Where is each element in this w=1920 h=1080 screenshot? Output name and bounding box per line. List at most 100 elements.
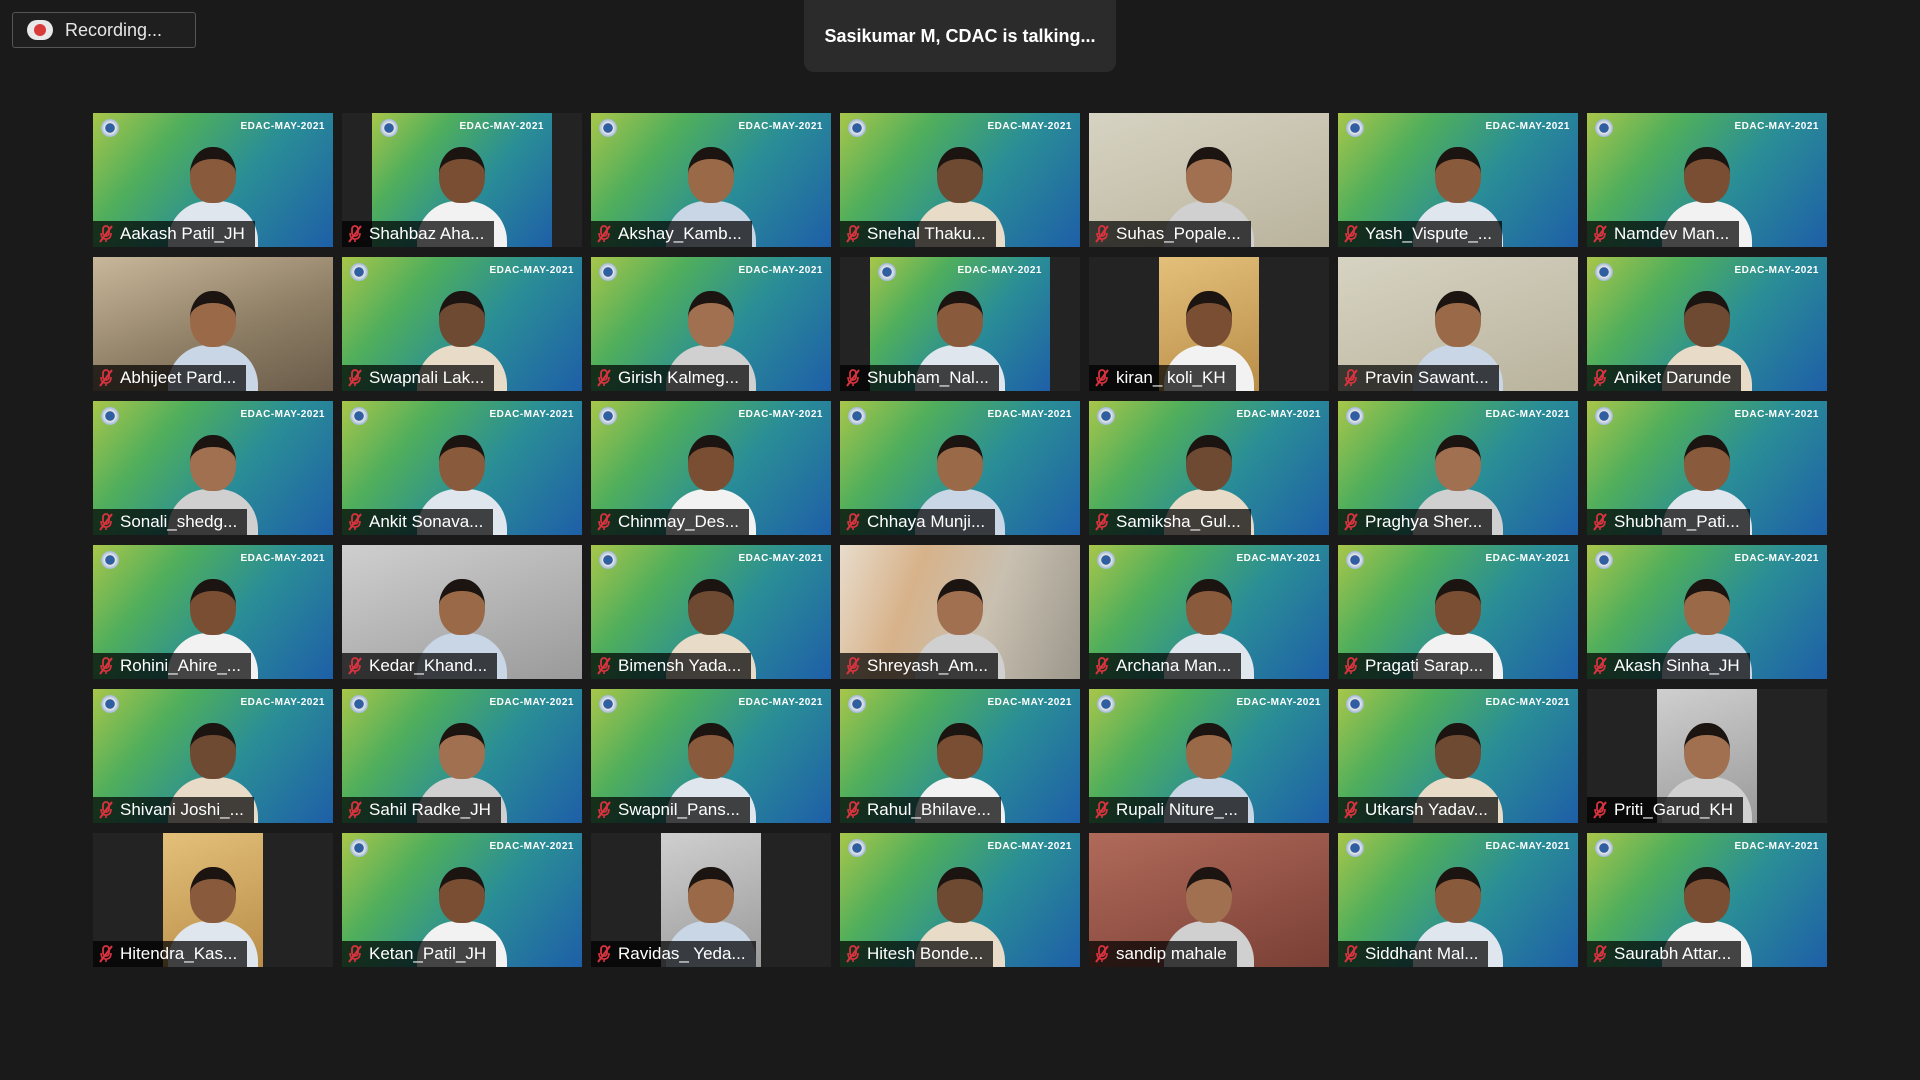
participant-tile[interactable]: Priti_Garud_KH (1587, 689, 1827, 823)
muted-mic-icon (597, 657, 611, 675)
participant-name: Ankit Sonava... (369, 512, 484, 531)
participant-tile[interactable]: Pravin Sawant... (1338, 257, 1578, 391)
cdac-logo-icon (101, 119, 119, 137)
participant-tile[interactable]: EDAC-MAY-2021 Rupali Niture_... (1089, 689, 1329, 823)
participant-name: Bimensh Yada... (618, 656, 742, 675)
participant-tile[interactable]: EDAC-MAY-2021 Utkarsh Yadav... (1338, 689, 1578, 823)
participant-name: Yash_Vispute_... (1365, 224, 1492, 243)
participant-tile[interactable]: EDAC-MAY-2021 Bimensh Yada... (591, 545, 831, 679)
participant-tile[interactable]: EDAC-MAY-2021 Saurabh Attar... (1587, 833, 1827, 967)
participant-tile[interactable]: EDAC-MAY-2021 Hitesh Bonde... (840, 833, 1080, 967)
virtual-background-banner: EDAC-MAY-2021 (738, 409, 823, 420)
participant-tile[interactable]: EDAC-MAY-2021 Namdev Man... (1587, 113, 1827, 247)
muted-mic-icon (348, 945, 362, 963)
participant-name-tag: Saurabh Attar... (1587, 941, 1742, 967)
participant-tile[interactable]: kiran_ koli_KH (1089, 257, 1329, 391)
cdac-logo-icon (1346, 407, 1364, 425)
muted-mic-icon (1593, 225, 1607, 243)
cdac-logo-icon (1097, 695, 1115, 713)
participant-name-tag: Bimensh Yada... (591, 653, 752, 679)
record-icon (27, 20, 53, 40)
virtual-background-banner: EDAC-MAY-2021 (459, 121, 544, 132)
participant-tile[interactable]: EDAC-MAY-2021 Chhaya Munji... (840, 401, 1080, 535)
cdac-logo-icon (848, 407, 866, 425)
participant-name-tag: Priti_Garud_KH (1587, 797, 1744, 823)
participant-name-tag: Utkarsh Yadav... (1338, 797, 1498, 823)
virtual-background-banner: EDAC-MAY-2021 (987, 121, 1072, 132)
participant-tile[interactable]: EDAC-MAY-2021 Aakash Patil_JH (93, 113, 333, 247)
muted-mic-icon (1593, 513, 1607, 531)
participant-tile[interactable]: EDAC-MAY-2021 Shivani Joshi_... (93, 689, 333, 823)
participant-tile[interactable]: Hitendra_Kas... (93, 833, 333, 967)
active-speaker-text: Sasikumar M, CDAC is talking... (824, 25, 1096, 46)
muted-mic-icon (99, 513, 113, 531)
cdac-logo-icon (848, 119, 866, 137)
participant-tile[interactable]: EDAC-MAY-2021 Ankit Sonava... (342, 401, 582, 535)
participant-name-tag: Akshay_Kamb... (591, 221, 752, 247)
virtual-background-banner: EDAC-MAY-2021 (1236, 553, 1321, 564)
participant-name-tag: Aniket Darunde (1587, 365, 1742, 391)
virtual-background-banner: EDAC-MAY-2021 (987, 841, 1072, 852)
participant-tile[interactable]: EDAC-MAY-2021 Snehal Thaku... (840, 113, 1080, 247)
virtual-background-banner: EDAC-MAY-2021 (1485, 409, 1570, 420)
virtual-background-banner: EDAC-MAY-2021 (1236, 409, 1321, 420)
cdac-logo-icon (350, 407, 368, 425)
participant-tile[interactable]: EDAC-MAY-2021 Aniket Darunde (1587, 257, 1827, 391)
participant-tile[interactable]: EDAC-MAY-2021 Shubham_Pati... (1587, 401, 1827, 535)
participant-tile[interactable]: EDAC-MAY-2021 Ketan_Patil_JH (342, 833, 582, 967)
participant-tile[interactable]: EDAC-MAY-2021 Rohini_Ahire_... (93, 545, 333, 679)
participant-tile[interactable]: EDAC-MAY-2021 Siddhant Mal... (1338, 833, 1578, 967)
participant-name-tag: Rupali Niture_... (1089, 797, 1248, 823)
participant-tile[interactable]: EDAC-MAY-2021 Shahbaz Aha... (342, 113, 582, 247)
participant-tile[interactable]: Ravidas_ Yeda... (591, 833, 831, 967)
participant-tile[interactable]: EDAC-MAY-2021 Yash_Vispute_... (1338, 113, 1578, 247)
muted-mic-icon (597, 945, 611, 963)
virtual-background-banner: EDAC-MAY-2021 (1485, 553, 1570, 564)
participant-tile[interactable]: EDAC-MAY-2021 Samiksha_Gul... (1089, 401, 1329, 535)
virtual-background-banner: EDAC-MAY-2021 (1734, 841, 1819, 852)
cdac-logo-icon (1346, 839, 1364, 857)
participant-tile[interactable]: EDAC-MAY-2021 Akash Sinha_JH (1587, 545, 1827, 679)
participant-tile[interactable]: EDAC-MAY-2021 Sahil Radke_JH (342, 689, 582, 823)
cdac-logo-icon (101, 407, 119, 425)
muted-mic-icon (99, 945, 113, 963)
participant-tile[interactable]: EDAC-MAY-2021 Akshay_Kamb... (591, 113, 831, 247)
participant-tile[interactable]: EDAC-MAY-2021 Archana Man... (1089, 545, 1329, 679)
virtual-background-banner: EDAC-MAY-2021 (1734, 553, 1819, 564)
participant-tile[interactable]: EDAC-MAY-2021 Shubham_Nal... (840, 257, 1080, 391)
participant-tile[interactable]: Shreyash_Am... (840, 545, 1080, 679)
participant-name: Swapnil_Pans... (618, 800, 740, 819)
participant-tile[interactable]: EDAC-MAY-2021 Praghya Sher... (1338, 401, 1578, 535)
participant-gallery: EDAC-MAY-2021 Aakash Patil_JH EDAC-MAY-202… (93, 113, 1827, 967)
participant-tile[interactable]: Kedar_Khand... (342, 545, 582, 679)
cdac-logo-icon (1346, 119, 1364, 137)
participant-tile[interactable]: sandip mahale (1089, 833, 1329, 967)
recording-indicator[interactable]: Recording... (12, 12, 196, 48)
participant-name: Archana Man... (1116, 656, 1232, 675)
participant-tile[interactable]: EDAC-MAY-2021 Swapnali Lak... (342, 257, 582, 391)
muted-mic-icon (597, 513, 611, 531)
participant-tile[interactable]: Abhijeet Pard... (93, 257, 333, 391)
cdac-logo-icon (350, 839, 368, 857)
participant-tile[interactable]: EDAC-MAY-2021 Sonali_shedg... (93, 401, 333, 535)
muted-mic-icon (846, 945, 860, 963)
muted-mic-icon (846, 513, 860, 531)
participant-tile[interactable]: EDAC-MAY-2021 Girish Kalmeg... (591, 257, 831, 391)
participant-name-tag: Pragati Sarap... (1338, 653, 1494, 679)
participant-name: sandip mahale (1116, 944, 1227, 963)
muted-mic-icon (1344, 513, 1358, 531)
participant-name: Utkarsh Yadav... (1365, 800, 1488, 819)
participant-tile[interactable]: EDAC-MAY-2021 Chinmay_Des... (591, 401, 831, 535)
virtual-background-banner: EDAC-MAY-2021 (987, 409, 1072, 420)
participant-tile[interactable]: EDAC-MAY-2021 Rahul_Bhilave... (840, 689, 1080, 823)
participant-name: Sahil Radke_JH (369, 800, 491, 819)
participant-tile[interactable]: EDAC-MAY-2021 Swapnil_Pans... (591, 689, 831, 823)
participant-name-tag: Hitesh Bonde... (840, 941, 994, 967)
muted-mic-icon (1095, 657, 1109, 675)
participant-tile[interactable]: EDAC-MAY-2021 Pragati Sarap... (1338, 545, 1578, 679)
participant-name: Hitendra_Kas... (120, 944, 238, 963)
participant-name: Shivani Joshi_... (120, 800, 244, 819)
muted-mic-icon (597, 225, 611, 243)
participant-name: Akshay_Kamb... (618, 224, 742, 243)
participant-tile[interactable]: Suhas_Popale... (1089, 113, 1329, 247)
